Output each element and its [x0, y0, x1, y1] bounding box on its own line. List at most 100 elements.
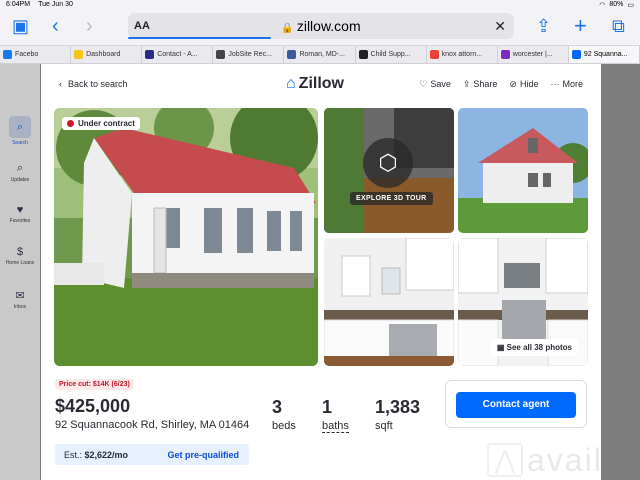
tab-label: Contact - A... [157, 51, 198, 58]
hide-icon: ⊘ [509, 79, 517, 89]
listing-price: $425,000 [55, 396, 131, 416]
3d-tour-tile[interactable]: ⬡ EXPLORE 3D TOUR [324, 108, 454, 233]
sidebar-item-updates[interactable]: ⌕ Updates [0, 162, 40, 183]
listing-address: 92 Squannacook Rd, Shirley, MA 01464 [55, 419, 250, 431]
estimated-payment-bar: Est.: $2,622/mo Get pre-qualified [55, 444, 249, 465]
status-dot-icon [67, 120, 74, 127]
sidebar-item-favorites[interactable]: ♥ Favorites [0, 204, 40, 224]
listing-actions: ♡ Save ⇪ Share ⊘ Hide ··· More [419, 79, 583, 90]
photo-kitchen-stove[interactable]: ▦ See all 38 photos [458, 238, 588, 366]
save-label: Save [430, 79, 451, 89]
house-exterior-image [54, 108, 318, 366]
browser-tab[interactable]: Roman, MD-... [284, 46, 356, 63]
lock-icon: 🔒 [281, 23, 294, 34]
back-to-search-link[interactable]: ‹ Back to search [59, 79, 128, 89]
more-button[interactable]: ··· More [550, 79, 583, 90]
url-text: zillow.com [296, 18, 361, 34]
contact-panel: Contact agent [445, 380, 587, 428]
share-button[interactable]: ⇪ Share [463, 79, 498, 90]
contact-agent-button[interactable]: Contact agent [456, 392, 576, 418]
listing-modal: ‹ Back to search ⌂ Zillow ♡ Save ⇪ Share ⊘ Hi… [41, 64, 601, 480]
updates-icon: ⌕ [16, 162, 24, 174]
browser-tab[interactable]: knox attorn... [427, 46, 498, 63]
sidebar-item-inbox[interactable]: ✉ Inbox [0, 289, 40, 310]
sqft-stat: 1,383 sqft [375, 397, 420, 432]
tab-favicon-icon [3, 50, 12, 59]
tab-label: knox attorn... [441, 51, 483, 58]
status-badge-label: Under contract [78, 119, 135, 128]
zillow-logo[interactable]: ⌂ Zillow [286, 75, 344, 93]
status-date: Tue Jun 30 [38, 1, 73, 8]
see-all-label: See all 38 photos [506, 343, 572, 352]
sidebar-item-label: Home Loans [5, 260, 35, 266]
cube-icon: ⬡ [363, 138, 413, 188]
see-all-photos-button[interactable]: ▦ See all 38 photos [490, 339, 578, 356]
search-icon: ⌕ [9, 116, 31, 138]
sqft-value: 1,383 [375, 397, 421, 417]
sidebar-item-label: Inbox [13, 304, 27, 310]
tab-favicon-icon [429, 50, 439, 59]
sqft-label: sqft [375, 420, 393, 432]
forward-arrow-icon[interactable]: › [86, 16, 93, 36]
save-button[interactable]: ♡ Save [419, 79, 451, 90]
tab-favicon-icon [287, 50, 297, 59]
share-label: Share [473, 79, 498, 89]
share-icon[interactable]: ⇪ [536, 17, 551, 35]
est-label: Est.: [64, 449, 83, 460]
sidebar-item-home-loans[interactable]: $ Home Loans [0, 246, 40, 266]
tab-favicon-icon [571, 50, 581, 59]
tab-label: JobSite Rec... [228, 51, 272, 58]
browser-tab[interactable]: Contact - A... [142, 46, 214, 63]
browser-tab[interactable]: Dashboard [71, 46, 143, 63]
main-photo[interactable]: Under contract [54, 108, 318, 366]
page-load-progress [128, 37, 271, 39]
tab-favicon-icon [358, 50, 368, 59]
tab-overview-icon[interactable]: ⧉ [612, 17, 625, 35]
tab-favicon-icon [145, 50, 155, 59]
tab-label: Facebo [15, 51, 39, 58]
kitchen-sink-image [324, 238, 454, 366]
home-loans-icon: $ [16, 246, 24, 258]
back-arrow-icon[interactable]: ‹ [52, 16, 59, 36]
photo-kitchen-sink[interactable] [324, 238, 454, 366]
beds-stat: 3 beds [272, 397, 296, 432]
hide-button[interactable]: ⊘ Hide [509, 79, 538, 90]
photo-rear-exterior[interactable] [458, 108, 588, 233]
tab-label: 92 Squanna... [583, 51, 628, 58]
logo-text: Zillow [298, 75, 344, 92]
baths-label[interactable]: baths [322, 420, 349, 433]
status-time: 6:04PM [6, 1, 31, 8]
browser-tab[interactable]: JobSite Rec... [213, 46, 285, 63]
stop-loading-icon[interactable]: ✕ [494, 18, 506, 35]
zillow-mark-icon: ⌂ [286, 75, 296, 92]
sidebar-item-search[interactable]: ⌕ Search [0, 116, 40, 146]
browser-tab[interactable]: Child Supp... [356, 46, 427, 63]
app-sidebar: ⌕ Search ⌕ Updates ♥ Favorites $ Home Loans … [0, 64, 40, 480]
sidebar-item-label: Search [12, 140, 28, 146]
baths-stat: 1 baths [322, 397, 349, 433]
heart-outline-icon: ♡ [419, 79, 428, 89]
browser-tab[interactable]: worcester |... [498, 46, 569, 63]
browser-tab[interactable]: Facebo [0, 46, 72, 63]
baths-value: 1 [322, 397, 333, 417]
tab-label: Dashboard [86, 51, 121, 58]
status-bar: 6:04PM Tue Jun 30 ◠ 80% ▭ [0, 0, 640, 9]
sidebar-toggle-icon[interactable]: ▣ [12, 17, 29, 35]
tab-favicon-icon [74, 50, 84, 59]
get-prequalified-link[interactable]: Get pre-qualified [167, 450, 239, 460]
tab-label: worcester |... [512, 51, 553, 58]
address-bar[interactable]: AA 🔒 zillow.com ✕ [128, 13, 514, 39]
est-value[interactable]: $2,622/mo [85, 450, 129, 460]
browser-tab[interactable]: 92 Squanna... [568, 46, 640, 63]
back-label: Back to search [68, 79, 128, 89]
watermark: ⋀ avail [487, 440, 637, 480]
sidebar-item-label: Favorites [9, 218, 31, 224]
price-cut-badge: Price cut: $14K (6/23) [55, 379, 134, 390]
tab-label: Child Supp... [370, 51, 411, 58]
new-tab-icon[interactable]: + [574, 15, 587, 37]
watermark-text: avail [527, 441, 603, 478]
tab-label: Roman, MD-... [299, 51, 345, 58]
heart-icon: ♥ [16, 204, 24, 216]
battery-percent: 80% [609, 1, 624, 8]
tab-favicon-icon [500, 50, 510, 59]
